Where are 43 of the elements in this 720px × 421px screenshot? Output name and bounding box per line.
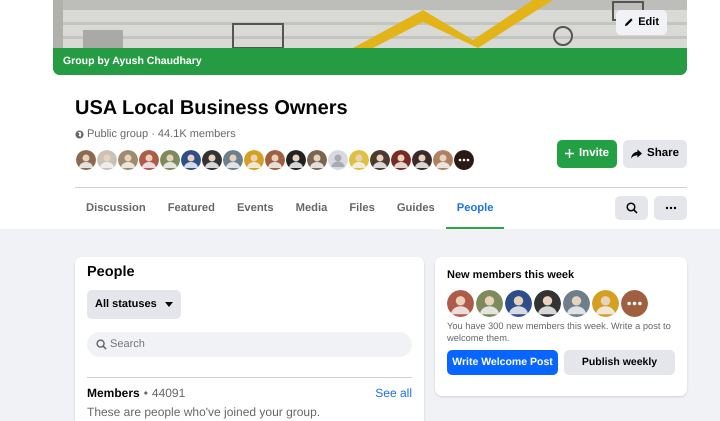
share-button[interactable]: Share [623, 140, 687, 168]
search-button[interactable] [615, 196, 648, 220]
group-meta: Public group · 44.1K members [87, 127, 236, 142]
tab[interactable]: Events [226, 188, 285, 230]
share-arrow-icon [631, 148, 642, 159]
more-icon [664, 206, 676, 210]
tab[interactable]: Discussion [75, 188, 157, 230]
card-title: New members this week [447, 268, 576, 284]
separator-dot: • [142, 386, 149, 400]
status-dropdown[interactable]: All statuses [87, 290, 181, 319]
search-icon [96, 338, 107, 350]
tab[interactable]: Media [284, 188, 338, 230]
invite-button[interactable]: Invite [556, 140, 618, 168]
group-title: USA Local Business Owners [75, 96, 349, 121]
member-avatar[interactable] [369, 148, 391, 170]
pencil-icon [624, 17, 634, 28]
member-avatar[interactable] [390, 148, 412, 170]
write-post-button[interactable]: Write Welcome Post [447, 350, 558, 375]
member-avatar[interactable] [534, 290, 561, 317]
edit-button[interactable]: Edit [616, 10, 667, 34]
info-text: You have 300 new members this week. Write a post to welcome them. [447, 320, 672, 344]
tab[interactable]: People [446, 188, 504, 230]
more-members-avatar[interactable] [453, 148, 475, 170]
members-label: Members [87, 386, 140, 400]
member-avatar[interactable] [411, 148, 433, 170]
see-all-link[interactable]: See all [375, 384, 412, 402]
plus-icon [564, 149, 574, 158]
members-count: 44091 [152, 386, 186, 400]
member-avatar[interactable] [201, 148, 223, 170]
member-avatar[interactable] [180, 148, 202, 170]
group-owner-banner: Group by Ayush Chaudhary [53, 48, 687, 75]
search-field[interactable]: Search [87, 332, 412, 357]
description-text: These are people who've joined your group. [87, 404, 322, 421]
search-icon [626, 202, 638, 214]
globe-icon [75, 130, 84, 139]
card-title: People [87, 263, 136, 282]
publish-button[interactable]: Publish weekly [564, 350, 675, 375]
tab[interactable]: Featured [156, 188, 226, 230]
member-avatar[interactable] [505, 290, 532, 317]
member-avatar[interactable] [285, 148, 307, 170]
tab[interactable]: Guides [386, 188, 446, 230]
caret-icon [164, 302, 173, 307]
tab[interactable]: Files [338, 188, 386, 230]
